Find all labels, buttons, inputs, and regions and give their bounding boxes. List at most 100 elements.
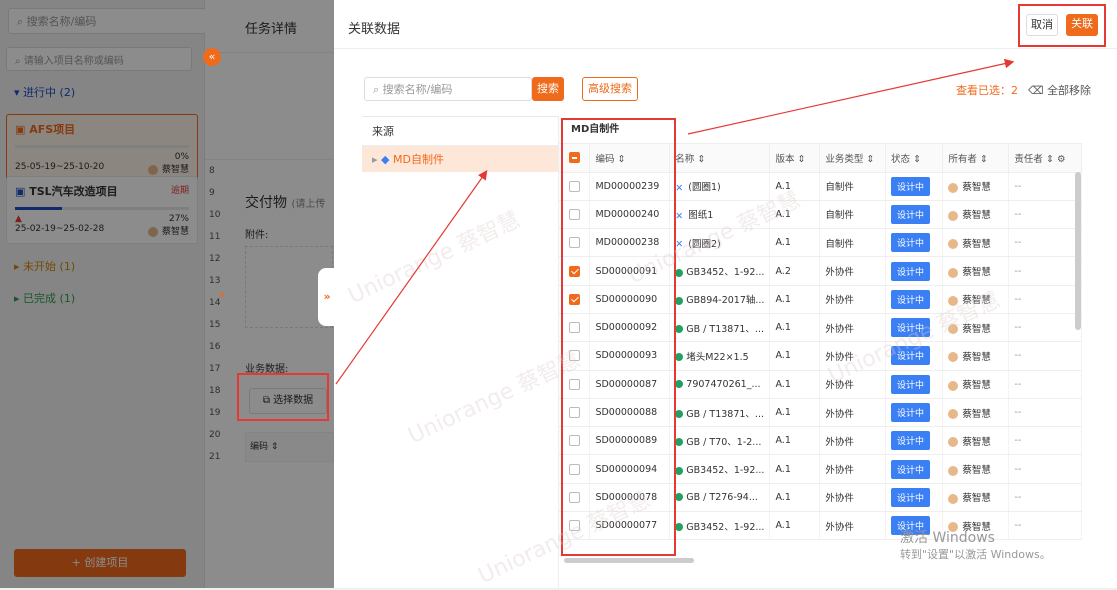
type-cell: 外协件 [819, 370, 887, 399]
source-item-md[interactable]: ▸ ◆ MD自制件 [362, 146, 558, 172]
version-cell: A.1 [769, 285, 821, 314]
status-badge: 设计中 [891, 204, 931, 224]
status-badge: 设计中 [891, 487, 931, 507]
vertical-scrollbar[interactable] [1075, 172, 1081, 330]
avatar [948, 437, 959, 448]
responsible-cell: -- [1008, 341, 1082, 371]
expand-icon[interactable]: » [218, 288, 225, 301]
status-cell: 设计中 [885, 313, 944, 343]
owner-cell: 蔡智慧 [942, 426, 1010, 456]
status-cell: 设计中 [885, 370, 944, 399]
name-cell[interactable]: ✕ (圆圈2) [669, 228, 771, 258]
cube-icon: ◆ [381, 153, 393, 166]
column-header[interactable]: 责任者 ⇕ ⚙ [1008, 144, 1082, 173]
name-cell[interactable]: ✕ (圆圈1) [669, 172, 771, 201]
type-cell: 外协件 [819, 426, 887, 456]
owner-cell: 蔡智慧 [942, 483, 1010, 513]
part-dot-icon [675, 353, 684, 362]
name-cell[interactable]: GB / T70、1-2... [669, 426, 771, 456]
avatar [948, 380, 959, 391]
owner-cell: 蔡智慧 [942, 200, 1010, 230]
view-selected-link[interactable]: 查看已选：2 [956, 82, 1018, 98]
owner-cell: 蔡智慧 [942, 398, 1010, 428]
status-cell: 设计中 [885, 426, 944, 456]
responsible-cell: -- [1008, 483, 1082, 513]
modal-search-input[interactable]: ⌕ 搜索名称/编码 [364, 77, 532, 101]
advanced-search-button[interactable]: 高级搜索 [582, 77, 638, 101]
status-cell: 设计中 [885, 228, 944, 258]
search-icon: ⌕ [373, 83, 383, 96]
type-cell: 外协件 [819, 285, 887, 314]
search-button[interactable]: 搜索 [532, 77, 564, 101]
avatar [948, 324, 959, 335]
column-header[interactable]: 版本 ⇕ [769, 144, 821, 173]
sort-icon: ⇕ [913, 153, 922, 165]
version-cell: A.1 [769, 511, 821, 541]
name-cell[interactable]: ✕ 图纸1 [669, 200, 771, 230]
column-header[interactable]: 名称 ⇕ [669, 144, 771, 173]
link-data-modal: 关联数据 取消 关联 ⌕ 搜索名称/编码 搜索 高级搜索 查看已选：2 ⌫ 全部… [334, 0, 1117, 588]
responsible-cell: -- [1008, 172, 1082, 201]
name-cell[interactable]: GB3452、1-92... [669, 511, 771, 541]
type-cell: 外协件 [819, 256, 887, 286]
type-cell: 外协件 [819, 454, 887, 484]
status-cell: 设计中 [885, 454, 944, 484]
owner-cell: 蔡智慧 [942, 370, 1010, 399]
windows-activation-hint: 转到"设置"以激活 Windows。 [900, 548, 1051, 561]
column-header[interactable]: 所有者 ⇕ [942, 144, 1010, 173]
responsible-cell: -- [1008, 256, 1082, 286]
owner-cell: 蔡智慧 [942, 285, 1010, 314]
column-header[interactable]: 业务类型 ⇕ [819, 144, 887, 173]
avatar [948, 352, 959, 363]
name-cell[interactable]: GB / T13871、... [669, 398, 771, 428]
sort-icon: ⇕ [1045, 153, 1054, 165]
source-panel: 来源 ▸ ◆ MD自制件 [362, 116, 558, 576]
status-badge: 设计中 [891, 176, 931, 196]
responsible-cell: -- [1008, 511, 1082, 541]
eraser-icon: ⌫ [1028, 84, 1048, 97]
modal-overlay [0, 0, 334, 588]
status-cell: 设计中 [885, 341, 944, 371]
status-badge: 设计中 [891, 403, 931, 423]
version-cell: A.1 [769, 172, 821, 201]
action-buttons-highlight [1018, 4, 1106, 47]
version-cell: A.1 [769, 426, 821, 456]
version-cell: A.1 [769, 454, 821, 484]
avatar [948, 465, 959, 476]
status-badge: 设计中 [891, 233, 931, 253]
version-cell: A.1 [769, 483, 821, 513]
modal-title: 关联数据 [348, 22, 401, 37]
collapse-sidebar-button[interactable]: « [203, 48, 221, 66]
part-dot-icon [675, 493, 684, 502]
name-cell[interactable]: GB3452、1-92... [669, 256, 771, 286]
name-cell[interactable]: GB / T276-94... [669, 483, 771, 513]
sort-icon: ⇕ [866, 153, 875, 165]
type-cell: 外协件 [819, 313, 887, 343]
owner-cell: 蔡智慧 [942, 228, 1010, 258]
name-cell[interactable]: GB / T13871、... [669, 313, 771, 343]
sort-icon: ⇕ [697, 153, 706, 165]
name-cell[interactable]: GB894-2017轴... [669, 285, 771, 314]
remove-all-button[interactable]: ⌫ 全部移除 [1028, 82, 1091, 98]
status-badge: 设计中 [891, 346, 931, 366]
column-header[interactable]: 状态 ⇕ [885, 144, 944, 173]
gear-icon[interactable]: ⚙ [1057, 154, 1066, 165]
owner-cell: 蔡智慧 [942, 313, 1010, 343]
select-data-highlight [237, 373, 329, 421]
version-cell: A.1 [769, 341, 821, 371]
status-badge: 设计中 [891, 318, 931, 338]
name-cell[interactable]: GB3452、1-92... [669, 454, 771, 484]
status-cell: 设计中 [885, 483, 944, 513]
status-cell: 设计中 [885, 172, 944, 201]
responsible-cell: -- [1008, 313, 1082, 343]
part-x-icon: ✕ [675, 239, 684, 251]
part-dot-icon [675, 523, 684, 532]
name-cell[interactable]: 7907470261_... [669, 370, 771, 399]
avatar [948, 409, 959, 420]
version-cell: A.1 [769, 313, 821, 343]
responsible-cell: -- [1008, 426, 1082, 456]
status-cell: 设计中 [885, 200, 944, 230]
name-cell[interactable]: 堵头M22×1.5 [669, 341, 771, 371]
horizontal-scrollbar[interactable] [564, 558, 694, 563]
type-cell: 外协件 [819, 483, 887, 513]
